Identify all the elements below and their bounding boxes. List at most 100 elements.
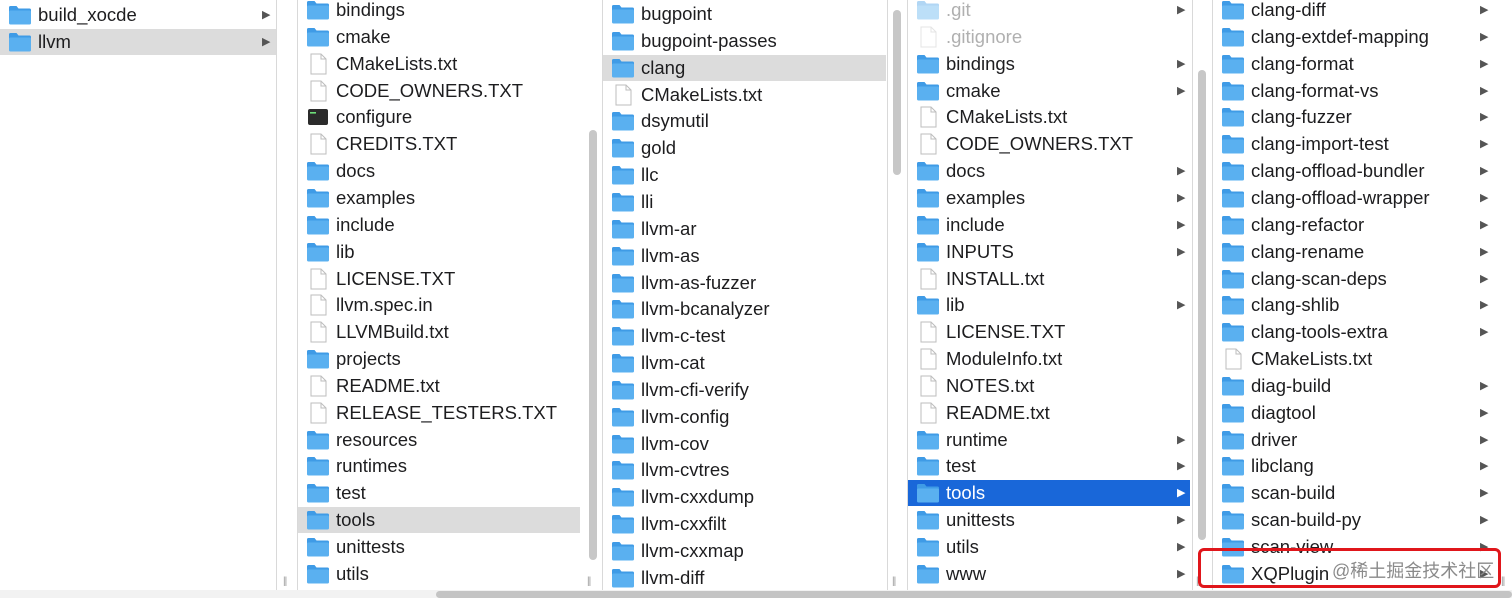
folder-row[interactable]: dsymutil▶ (603, 108, 886, 134)
folder-row[interactable]: examples▶ (908, 185, 1190, 211)
column-2[interactable]: bindings▶cmake▶CMakeLists.txt CODE_OWNERS… (298, 0, 580, 590)
folder-row[interactable]: unittests▶ (298, 534, 580, 560)
vertical-scrollbar[interactable] (893, 10, 901, 175)
folder-row[interactable]: bindings▶ (298, 0, 580, 23)
file-row[interactable]: README.txt (908, 400, 1190, 426)
folder-row[interactable]: tools▶ (298, 507, 580, 534)
folder-row[interactable]: lib▶ (908, 292, 1190, 318)
folder-row[interactable]: test▶ (908, 453, 1190, 479)
file-row[interactable]: CMakeLists.txt (908, 104, 1190, 130)
column-1[interactable]: build_xocde ▶ llvm ▶ (0, 0, 276, 590)
file-row[interactable]: CREDITS.TXT (298, 131, 580, 157)
column-resize-handle[interactable]: || (587, 576, 597, 588)
file-row[interactable]: .gitignore (908, 24, 1190, 50)
folder-row[interactable]: lib▶ (298, 239, 580, 265)
folder-row[interactable]: llvm-config▶ (603, 404, 886, 430)
folder-row[interactable]: scan-build-py ▶ (1213, 507, 1512, 533)
folder-row[interactable]: llvm-c-test▶ (603, 323, 886, 349)
folder-row[interactable]: llvm-as-fuzzer▶ (603, 270, 886, 296)
folder-row[interactable]: clang-fuzzer ▶ (1213, 104, 1512, 130)
column-3[interactable]: bugpoint▶bugpoint-passes▶clang▶CMakeList… (603, 0, 886, 590)
folder-row[interactable]: llvm-diff▶ (603, 565, 886, 590)
file-row[interactable]: ModuleInfo.txt (908, 346, 1190, 372)
folder-row[interactable]: scan-build ▶ (1213, 480, 1512, 506)
folder-row[interactable]: build_xocde ▶ (0, 2, 276, 28)
folder-row[interactable]: clang-refactor ▶ (1213, 212, 1512, 238)
folder-row[interactable]: driver ▶ (1213, 427, 1512, 453)
horizontal-scrollbar[interactable] (436, 591, 1512, 598)
file-row[interactable]: configure (298, 104, 580, 130)
folder-row[interactable]: diag-build ▶ (1213, 373, 1512, 399)
file-row[interactable]: llvm.spec.in (298, 292, 580, 318)
folder-row[interactable]: cmake▶ (908, 78, 1190, 104)
folder-row[interactable]: utils▶ (298, 561, 580, 587)
folder-row[interactable]: clang▶ (603, 54, 886, 81)
folder-row[interactable]: clang-tools-extra ▶ (1213, 319, 1512, 345)
column-resize-handle[interactable]: || (892, 576, 902, 588)
folder-row[interactable]: llvm-cfi-verify▶ (603, 377, 886, 403)
file-row[interactable]: CMakeLists.txt (298, 51, 580, 77)
file-row[interactable]: LICENSE.TXT (908, 319, 1190, 345)
vertical-scrollbar[interactable] (589, 130, 597, 560)
folder-row[interactable]: include▶ (298, 212, 580, 238)
folder-row[interactable]: gold▶ (603, 135, 886, 161)
folder-row[interactable]: llvm ▶ (0, 28, 276, 55)
file-row[interactable]: CMakeLists.txt (603, 82, 886, 108)
folder-row[interactable]: projects▶ (298, 346, 580, 372)
column-5[interactable]: clang-diff ▶ clang-extdef-mapping ▶ clang-fo… (1213, 0, 1512, 590)
folder-row[interactable]: www ▶ (908, 561, 1190, 587)
folder-row[interactable]: clang-import-test ▶ (1213, 131, 1512, 157)
folder-row[interactable]: clang-scan-deps ▶ (1213, 266, 1512, 292)
folder-row[interactable]: .git ▶ (908, 0, 1190, 23)
folder-row[interactable]: bindings▶ (908, 51, 1190, 77)
folder-row[interactable]: llvm-cxxfilt▶ (603, 511, 886, 537)
folder-row[interactable]: lli▶ (603, 189, 886, 215)
folder-row[interactable]: include▶ (908, 212, 1190, 238)
folder-row[interactable]: llvm-cvtres▶ (603, 457, 886, 483)
folder-row[interactable]: clang-format ▶ (1213, 51, 1512, 77)
folder-row[interactable]: resources▶ (298, 427, 580, 453)
vertical-scrollbar[interactable] (1198, 70, 1206, 540)
folder-row[interactable]: docs▶ (908, 158, 1190, 184)
column-resize-handle[interactable]: || (1501, 576, 1511, 588)
folder-row[interactable]: clang-rename ▶ (1213, 239, 1512, 265)
folder-row[interactable]: clang-format-vs ▶ (1213, 78, 1512, 104)
folder-row[interactable]: INPUTS ▶ (908, 239, 1190, 265)
folder-row[interactable]: diagtool ▶ (1213, 400, 1512, 426)
folder-row[interactable]: cmake▶ (298, 24, 580, 50)
folder-row[interactable]: llvm-ar▶ (603, 216, 886, 242)
column-4[interactable]: .git ▶ .gitignore bindings ▶ cmake ▶ CMakeLists… (908, 0, 1190, 590)
folder-row[interactable]: examples▶ (298, 185, 580, 211)
folder-row[interactable]: llvm-cxxmap▶ (603, 538, 886, 564)
folder-row[interactable]: llvm-bcanalyzer▶ (603, 296, 886, 322)
folder-row[interactable]: bugpoint-passes▶ (603, 28, 886, 54)
file-row[interactable]: CODE_OWNERS.TXT (298, 78, 580, 104)
file-row[interactable]: CMakeLists.txt (1213, 346, 1512, 372)
folder-row[interactable]: test▶ (298, 480, 580, 506)
folder-row[interactable]: utils▶ (908, 534, 1190, 560)
file-row[interactable]: LLVMBuild.txt (298, 319, 580, 345)
folder-row[interactable]: libclang ▶ (1213, 453, 1512, 479)
file-row[interactable]: CODE_OWNERS.TXT (908, 131, 1190, 157)
file-row[interactable]: NOTES.txt (908, 373, 1190, 399)
folder-row[interactable]: llvm-cov▶ (603, 431, 886, 457)
folder-row[interactable]: llvm-cat▶ (603, 350, 886, 376)
folder-row[interactable]: clang-diff ▶ (1213, 0, 1512, 23)
column-resize-handle[interactable]: || (283, 576, 293, 588)
folder-row[interactable]: llvm-as▶ (603, 243, 886, 269)
folder-row[interactable]: llc▶ (603, 162, 886, 188)
folder-row[interactable]: llvm-cxxdump▶ (603, 484, 886, 510)
folder-row[interactable]: docs▶ (298, 158, 580, 184)
file-row[interactable]: RELEASE_TESTERS.TXT (298, 400, 580, 426)
folder-row[interactable]: tools▶ (908, 480, 1190, 507)
folder-row[interactable]: bugpoint▶ (603, 1, 886, 27)
folder-row[interactable]: clang-extdef-mapping ▶ (1213, 24, 1512, 50)
file-row[interactable]: INSTALL.txt (908, 266, 1190, 292)
folder-row[interactable]: clang-offload-bundler ▶ (1213, 158, 1512, 184)
folder-row[interactable]: clang-shlib ▶ (1213, 292, 1512, 318)
folder-row[interactable]: runtime ▶ (908, 427, 1190, 453)
folder-row[interactable]: clang-offload-wrapper ▶ (1213, 185, 1512, 211)
file-row[interactable]: LICENSE.TXT (298, 266, 580, 292)
folder-row[interactable]: runtimes▶ (298, 453, 580, 479)
file-row[interactable]: README.txt (298, 373, 580, 399)
